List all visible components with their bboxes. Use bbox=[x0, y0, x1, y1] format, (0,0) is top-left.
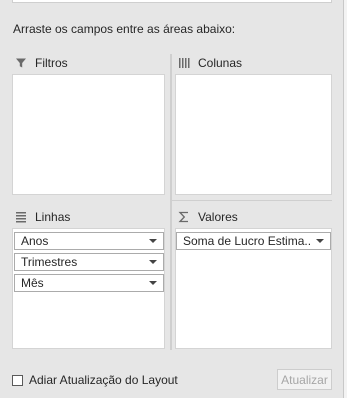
update-button[interactable]: Atualizar bbox=[277, 369, 332, 390]
chevron-down-icon[interactable] bbox=[149, 260, 157, 264]
rows-area-header: Linhas bbox=[15, 210, 70, 224]
rows-field-trimestres[interactable]: Trimestres bbox=[14, 253, 164, 271]
sigma-icon bbox=[178, 211, 188, 223]
defer-layout-update-label[interactable]: Adiar Atualização do Layout bbox=[29, 373, 178, 387]
filters-area-header: Filtros bbox=[15, 56, 68, 70]
chevron-down-icon[interactable] bbox=[316, 239, 324, 243]
values-drop-area[interactable]: Soma de Lucro Estima... bbox=[175, 228, 332, 349]
filter-icon bbox=[16, 58, 26, 68]
chevron-down-icon[interactable] bbox=[149, 281, 157, 285]
values-field-soma-lucro[interactable]: Soma de Lucro Estima... bbox=[176, 232, 331, 250]
field-label: Mês bbox=[21, 276, 44, 290]
field-label: Anos bbox=[21, 234, 49, 248]
field-list-bottom-edge[interactable] bbox=[12, 0, 332, 3]
rows-icon bbox=[16, 212, 26, 223]
vertical-divider bbox=[170, 54, 172, 350]
pivot-fields-panel: Arraste os campos entre as áreas abaixo:… bbox=[0, 0, 343, 398]
rows-drop-area[interactable]: Anos Trimestres Mês bbox=[12, 228, 165, 349]
values-area-header: Valores bbox=[178, 210, 238, 224]
rows-title: Linhas bbox=[35, 210, 71, 224]
defer-layout-update-row[interactable]: Adiar Atualização do Layout bbox=[12, 373, 178, 387]
panel-scrollbar-edge[interactable] bbox=[343, 0, 347, 398]
filters-title: Filtros bbox=[35, 56, 68, 70]
drag-instruction: Arraste os campos entre as áreas abaixo: bbox=[13, 22, 236, 36]
horizontal-divider bbox=[172, 200, 332, 201]
values-title: Valores bbox=[198, 210, 238, 224]
columns-drop-area[interactable] bbox=[175, 74, 332, 195]
columns-title: Colunas bbox=[198, 56, 243, 70]
chevron-down-icon[interactable] bbox=[149, 239, 157, 243]
field-label: Trimestres bbox=[21, 255, 78, 269]
filters-drop-area[interactable] bbox=[12, 74, 165, 195]
field-label: Soma de Lucro Estima... bbox=[183, 234, 312, 248]
columns-area-header: Colunas bbox=[178, 56, 242, 70]
columns-icon bbox=[179, 58, 190, 68]
defer-layout-update-checkbox[interactable] bbox=[12, 374, 23, 386]
rows-field-mes[interactable]: Mês bbox=[14, 274, 164, 292]
rows-field-anos[interactable]: Anos bbox=[14, 232, 164, 250]
